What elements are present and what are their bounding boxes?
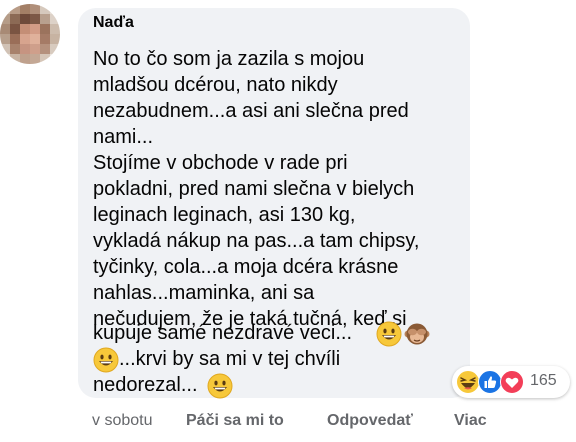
comment-author[interactable]: Naďa <box>93 14 134 32</box>
comment-text-line: vykladá nákup na pas...a tam chipsy, <box>93 230 420 252</box>
comment-text-line: pokladni, pred nami slečna v bielych <box>93 178 415 200</box>
comment-text-line: ...krvi by sa mi v tej chvíli <box>119 348 341 370</box>
reactions-summary[interactable]: 165 <box>452 366 570 398</box>
grinning-face-icon <box>93 347 119 373</box>
like-reaction-icon <box>478 370 502 394</box>
grinning-face-icon <box>207 373 233 399</box>
haha-reaction-icon <box>456 370 480 394</box>
comment-text-line: kupuje samé nezdravé veci... <box>93 322 353 344</box>
comment-text-line: Stojíme v obchode v rade pri <box>93 152 348 174</box>
comment-text-line: No to čo som ja zazila s mojou <box>93 48 365 70</box>
comment-text-line: nahlas...maminka, ani sa <box>93 282 315 304</box>
comment-text-line: mladšou dcérou, nato nikdy <box>93 74 338 96</box>
more-button[interactable]: Viac <box>454 412 487 430</box>
comment-text-line: tyčinky, cola...a moja dcéra krásne <box>93 256 399 278</box>
comment-text-line: nezabudnem...a asi ani slečna pred <box>93 100 409 122</box>
reply-button[interactable]: Odpovedať <box>327 412 413 430</box>
comment-text-line: nedorezal... <box>93 374 198 396</box>
avatar[interactable] <box>0 4 60 64</box>
grinning-face-icon <box>376 321 402 347</box>
comment-timestamp[interactable]: v sobotu <box>92 412 152 430</box>
comment-text-line: leginach leginach, asi 130 kg, <box>93 204 356 226</box>
reaction-count: 165 <box>530 372 557 389</box>
like-button[interactable]: Páči sa mi to <box>186 412 284 430</box>
love-reaction-icon <box>500 370 524 394</box>
see-no-evil-monkey-icon <box>404 323 430 345</box>
comment-text-line: nami... <box>93 126 154 148</box>
